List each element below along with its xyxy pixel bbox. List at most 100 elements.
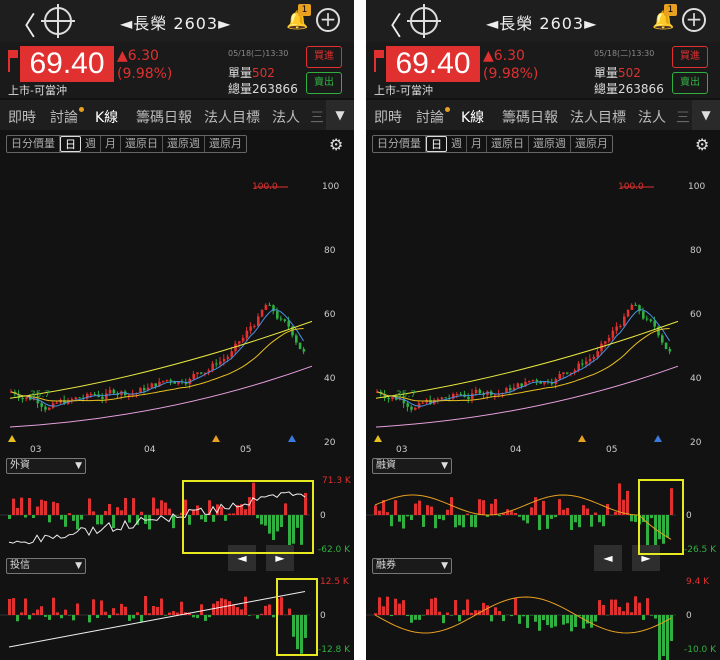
tab-kline[interactable]: K線 [95,107,118,127]
period-day[interactable]: 日 [426,136,447,152]
tab-target[interactable]: 法人目標 [570,107,626,127]
candlestick-chart[interactable] [366,155,720,455]
flow-bar [20,497,23,515]
flow-bar [256,615,259,619]
tab-discussion[interactable]: 討論 [50,107,84,127]
indicator2-select[interactable]: 投信 [6,558,86,574]
flow-bar [92,511,95,515]
indicator1-select[interactable]: 外資 [6,458,86,474]
back-icon[interactable]: 〈 [376,6,402,43]
flow-bar [638,602,641,615]
stock-title[interactable]: ◄長榮 2603► [120,10,231,34]
flow-bar [642,615,645,620]
period-adj-week[interactable]: 還原週 [163,136,205,152]
tab-institution[interactable]: 法人 [638,107,666,127]
flow-bar [634,515,637,522]
chevron-down-icon[interactable]: ▼ [692,100,720,130]
flow-bar [180,601,183,615]
sell-button[interactable]: 賣出 [306,72,342,94]
buy-button[interactable]: 買進 [672,46,708,68]
ma60-line [375,320,679,399]
period-adj-week[interactable]: 還原週 [529,136,571,152]
flow-bar [386,512,389,515]
tab-realtime[interactable]: 即時 [8,107,36,127]
flow-bar [390,615,393,617]
period-adj-month[interactable]: 還原月 [205,136,246,152]
quote-time: 05/18(二)13:30 [594,49,655,58]
tab-institution[interactable]: 法人 [272,107,300,127]
add-icon[interactable]: + [682,8,706,32]
gear-icon[interactable]: ⚙ [695,135,709,154]
period-week[interactable]: 週 [81,136,101,152]
period-intraday[interactable]: 日分價量 [7,136,60,152]
flow-bar [518,615,521,624]
tab-realtime[interactable]: 即時 [374,107,402,127]
period-adj-month[interactable]: 還原月 [571,136,612,152]
candle [626,309,630,317]
period-adj-day[interactable]: 還原日 [487,136,529,152]
period-month[interactable]: 月 [101,136,121,152]
flow-bar [148,613,151,615]
candle [661,335,664,343]
flow-bar [112,515,115,529]
candle [630,304,634,310]
ma60-line [9,320,313,399]
candle [219,361,222,365]
candle [40,403,43,407]
candle [298,342,302,350]
candle [70,398,74,401]
flow-bar [610,599,613,615]
candle [48,407,51,410]
buy-button[interactable]: 買進 [306,46,342,68]
period-adj-day[interactable]: 還原日 [121,136,163,152]
flow-bar [406,615,409,617]
chevron-down-icon[interactable]: ▼ [326,100,354,130]
flow-bar [582,505,585,515]
flow-bar [124,606,127,615]
stock-title[interactable]: ◄長榮 2603► [486,10,597,34]
tab-chip-daily[interactable]: 籌碼日報 [502,107,558,127]
back-icon[interactable]: 〈 [10,6,36,43]
gear-icon[interactable]: ⚙ [329,135,343,154]
flow-bar [446,612,449,615]
period-intraday[interactable]: 日分價量 [373,136,426,152]
period-week[interactable]: 週 [447,136,467,152]
flow-bar [12,498,15,515]
radar-icon[interactable] [41,4,75,38]
flow-bar [498,611,501,615]
flow-bar [112,608,115,615]
candle [478,389,482,394]
flow-bar [68,513,71,515]
tab-more[interactable]: 三 [676,107,690,127]
indicator1-select[interactable]: 融資 [372,458,452,474]
sell-button[interactable]: 賣出 [672,72,708,94]
flow-bar [470,515,473,527]
flow-bar [654,615,657,619]
flow-bar [36,609,39,615]
prev-button[interactable]: ◄ [594,545,622,571]
flow-bar [398,603,401,615]
unit-volume-label: 單量 [594,66,619,80]
add-icon[interactable]: + [316,8,340,32]
flow-bar [200,604,203,615]
period-day[interactable]: 日 [60,136,81,152]
tab-target[interactable]: 法人目標 [204,107,260,127]
period-month[interactable]: 月 [467,136,487,152]
indicator2-select[interactable]: 融券 [372,558,452,574]
candlestick-chart[interactable] [0,155,354,455]
price-change: ▲6.30 [117,48,159,64]
tab-kline[interactable]: K線 [461,107,484,127]
flow-bar [658,615,661,660]
tab-discussion[interactable]: 討論 [416,107,450,127]
flow-bar [40,499,43,515]
tab-more[interactable]: 三 [310,107,324,127]
min-price-label: 35.7 [396,390,417,400]
tab-chip-daily[interactable]: 籌碼日報 [136,107,192,127]
y-tick: 80 [324,246,336,256]
indicator1-zero: 0 [320,511,326,521]
flow-bar [248,615,251,616]
flow-bar [394,500,397,515]
candle [264,304,268,310]
radar-icon[interactable] [407,4,441,38]
flow-bar [542,615,545,621]
